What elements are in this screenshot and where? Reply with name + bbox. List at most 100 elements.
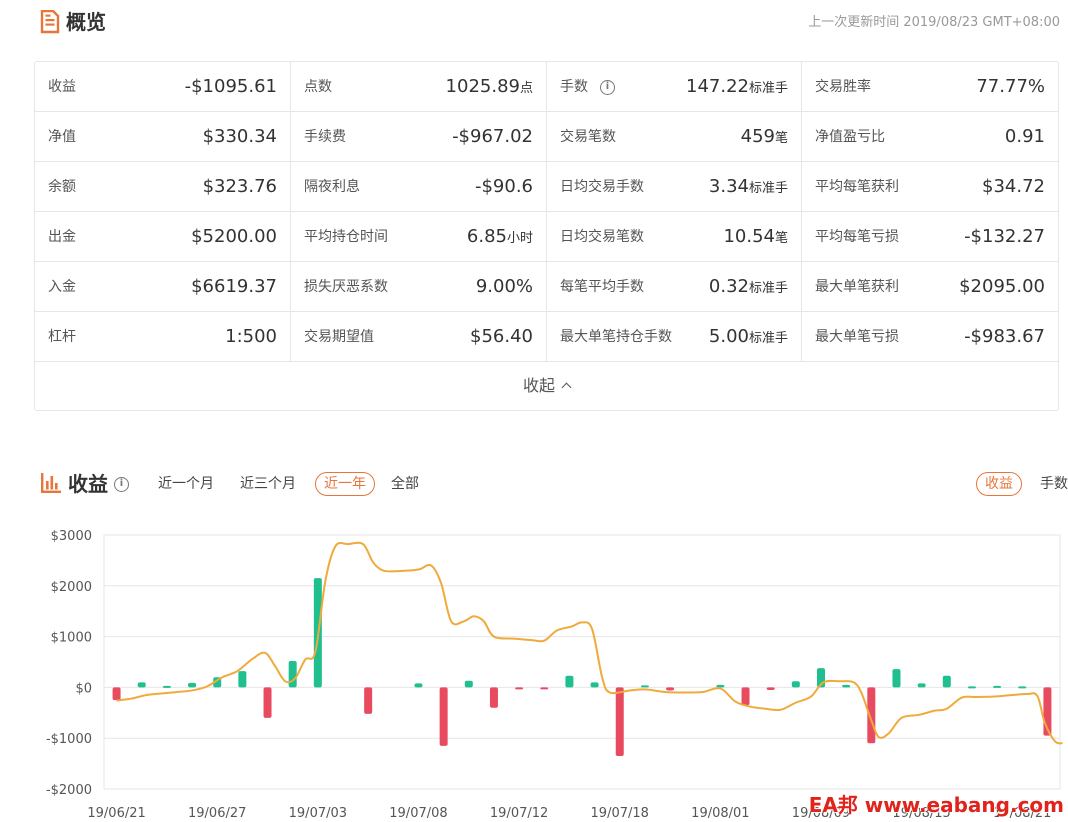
stat-label: 净值盈亏比 — [815, 129, 885, 145]
cumulative-profit-line — [116, 541, 1063, 745]
stat-value: -$983.67 — [964, 325, 1045, 349]
profit-bar — [967, 686, 976, 689]
stats-panel: 收益 -$1095.61 点数 1025.89点 手数 i 147.22标准手 交易胜率 77.… — [34, 61, 1059, 411]
stat-cell: 杠杆 1:500 — [35, 312, 291, 362]
stat-unit: 标准手 — [748, 81, 788, 96]
profit-bar — [364, 687, 373, 714]
stat-value: $5200.00 — [191, 225, 277, 249]
profit-header: 收益 i 近一个月 近三个月 近一年 全部 收益 手数 — [38, 470, 1068, 500]
range-tab-all[interactable]: 全部 — [391, 474, 419, 494]
stat-cell: 平均持仓时间 6.85小时 — [291, 212, 547, 262]
stat-cell: 净值 $330.34 — [35, 112, 291, 162]
profit-bar — [590, 682, 599, 688]
stat-unit: 点 — [519, 81, 533, 96]
stat-cell: 平均每笔获利 $34.72 — [802, 162, 1058, 212]
stat-number: $6619.37 — [191, 276, 277, 297]
stat-label: 手续费 — [304, 129, 346, 145]
info-icon[interactable]: i — [114, 477, 129, 492]
stat-number: -$983.67 — [964, 326, 1045, 347]
stat-number: 9.00% — [475, 276, 533, 297]
y-tick-label: $2000 — [51, 580, 92, 595]
range-tab-3m[interactable]: 近三个月 — [240, 474, 296, 494]
stat-cell: 隔夜利息 -$90.6 — [291, 162, 547, 212]
stat-label: 净值 — [48, 129, 76, 145]
stat-cell: 入金 $6619.37 — [35, 262, 291, 312]
stat-label: 入金 — [48, 279, 76, 295]
stat-label: 余额 — [48, 179, 76, 195]
overview-title: 概览 — [66, 10, 106, 34]
stat-value: 1:500 — [225, 325, 277, 349]
stat-value: 147.22标准手 — [686, 75, 788, 101]
profit-bar — [238, 671, 247, 688]
stat-value: 5.00标准手 — [709, 325, 788, 351]
stat-label: 交易期望值 — [304, 329, 374, 345]
stat-cell: 平均每笔亏损 -$132.27 — [802, 212, 1058, 262]
collapse-label: 收起 — [522, 376, 555, 395]
profit-bar — [842, 684, 851, 688]
stat-number: 5.00 — [708, 326, 749, 347]
stat-number: $34.72 — [982, 176, 1045, 197]
profit-bar — [162, 685, 171, 688]
stat-label: 隔夜利息 — [304, 179, 360, 195]
stat-number: 459 — [740, 126, 775, 147]
profit-bar — [188, 682, 197, 688]
profit-bar — [640, 685, 649, 688]
profit-bar — [515, 687, 524, 690]
stat-cell: 交易笔数 459笔 — [547, 112, 802, 162]
stat-label: 平均持仓时间 — [304, 229, 388, 245]
stat-unit: 标准手 — [748, 331, 788, 346]
stat-value: $323.76 — [203, 175, 277, 199]
stat-number: 77.77% — [976, 76, 1045, 97]
stat-value: 0.91 — [1005, 125, 1045, 149]
stat-label: 日均交易笔数 — [560, 229, 644, 245]
range-tab-1y[interactable]: 近一年 — [315, 472, 375, 496]
profit-chart: $3000 $2000 $1000 $0 -$1000 -$2000 19/06/21 19/… — [0, 520, 1068, 822]
profit-bar — [1018, 686, 1027, 689]
stat-label: 损失厌恶系数 — [304, 279, 388, 295]
stat-label: 手数 — [560, 79, 588, 95]
stat-cell: 最大单笔获利 $2095.00 — [802, 262, 1058, 312]
collapse-button[interactable]: 收起 — [35, 362, 1058, 410]
metric-tab-profit[interactable]: 收益 — [976, 472, 1022, 496]
stat-cell: 手续费 -$967.02 — [291, 112, 547, 162]
stat-number: $2095.00 — [959, 276, 1045, 297]
y-tick-label: -$2000 — [46, 783, 92, 798]
stat-value: 0.32标准手 — [709, 275, 788, 301]
stat-number: 10.54 — [723, 226, 775, 247]
stat-value: -$90.6 — [475, 175, 533, 199]
profit-bar — [489, 687, 498, 708]
stat-label: 点数 — [304, 79, 332, 95]
profit-bar — [993, 685, 1002, 688]
stat-label: 出金 — [48, 229, 76, 245]
stat-value: $2095.00 — [959, 275, 1045, 299]
profit-bar — [137, 682, 146, 688]
last-updated-text: 上一次更新时间 2019/08/23 GMT+08:00 — [808, 15, 1060, 30]
stat-cell: 手数 i 147.22标准手 — [547, 62, 802, 112]
range-tab-1m[interactable]: 近一个月 — [158, 474, 214, 494]
x-tick-label: 19/07/03 — [289, 806, 347, 821]
profit-bar — [540, 687, 549, 690]
profit-bar — [917, 683, 926, 688]
stat-value: -$1095.61 — [185, 75, 277, 99]
stat-number: 0.91 — [1004, 126, 1045, 147]
metric-tab-lots[interactable]: 手数 — [1040, 474, 1068, 494]
stat-number: -$132.27 — [964, 226, 1045, 247]
stat-number: -$967.02 — [452, 126, 533, 147]
stat-cell: 损失厌恶系数 9.00% — [291, 262, 547, 312]
profit-bar — [464, 680, 473, 688]
profit-bar — [615, 687, 624, 756]
stat-unit: 笔 — [774, 131, 788, 146]
stat-value: 77.77% — [976, 75, 1045, 99]
profit-chart-svg: $3000 $2000 $1000 $0 -$1000 -$2000 19/06/21 19/… — [46, 529, 1063, 821]
stat-label: 最大单笔亏损 — [815, 329, 899, 345]
stat-value: 459笔 — [741, 125, 788, 151]
stat-unit: 标准手 — [748, 181, 788, 196]
y-tick-label: $1000 — [51, 631, 92, 646]
x-tick-label: 19/06/27 — [188, 806, 246, 821]
info-icon[interactable]: i — [600, 80, 615, 95]
stat-number: 6.85 — [466, 226, 507, 247]
profit-title: 收益 — [68, 472, 108, 496]
x-tick-label: 19/07/12 — [490, 806, 548, 821]
stat-label: 最大单笔持仓手数 — [560, 329, 672, 345]
stat-label: 平均每笔获利 — [815, 179, 899, 195]
